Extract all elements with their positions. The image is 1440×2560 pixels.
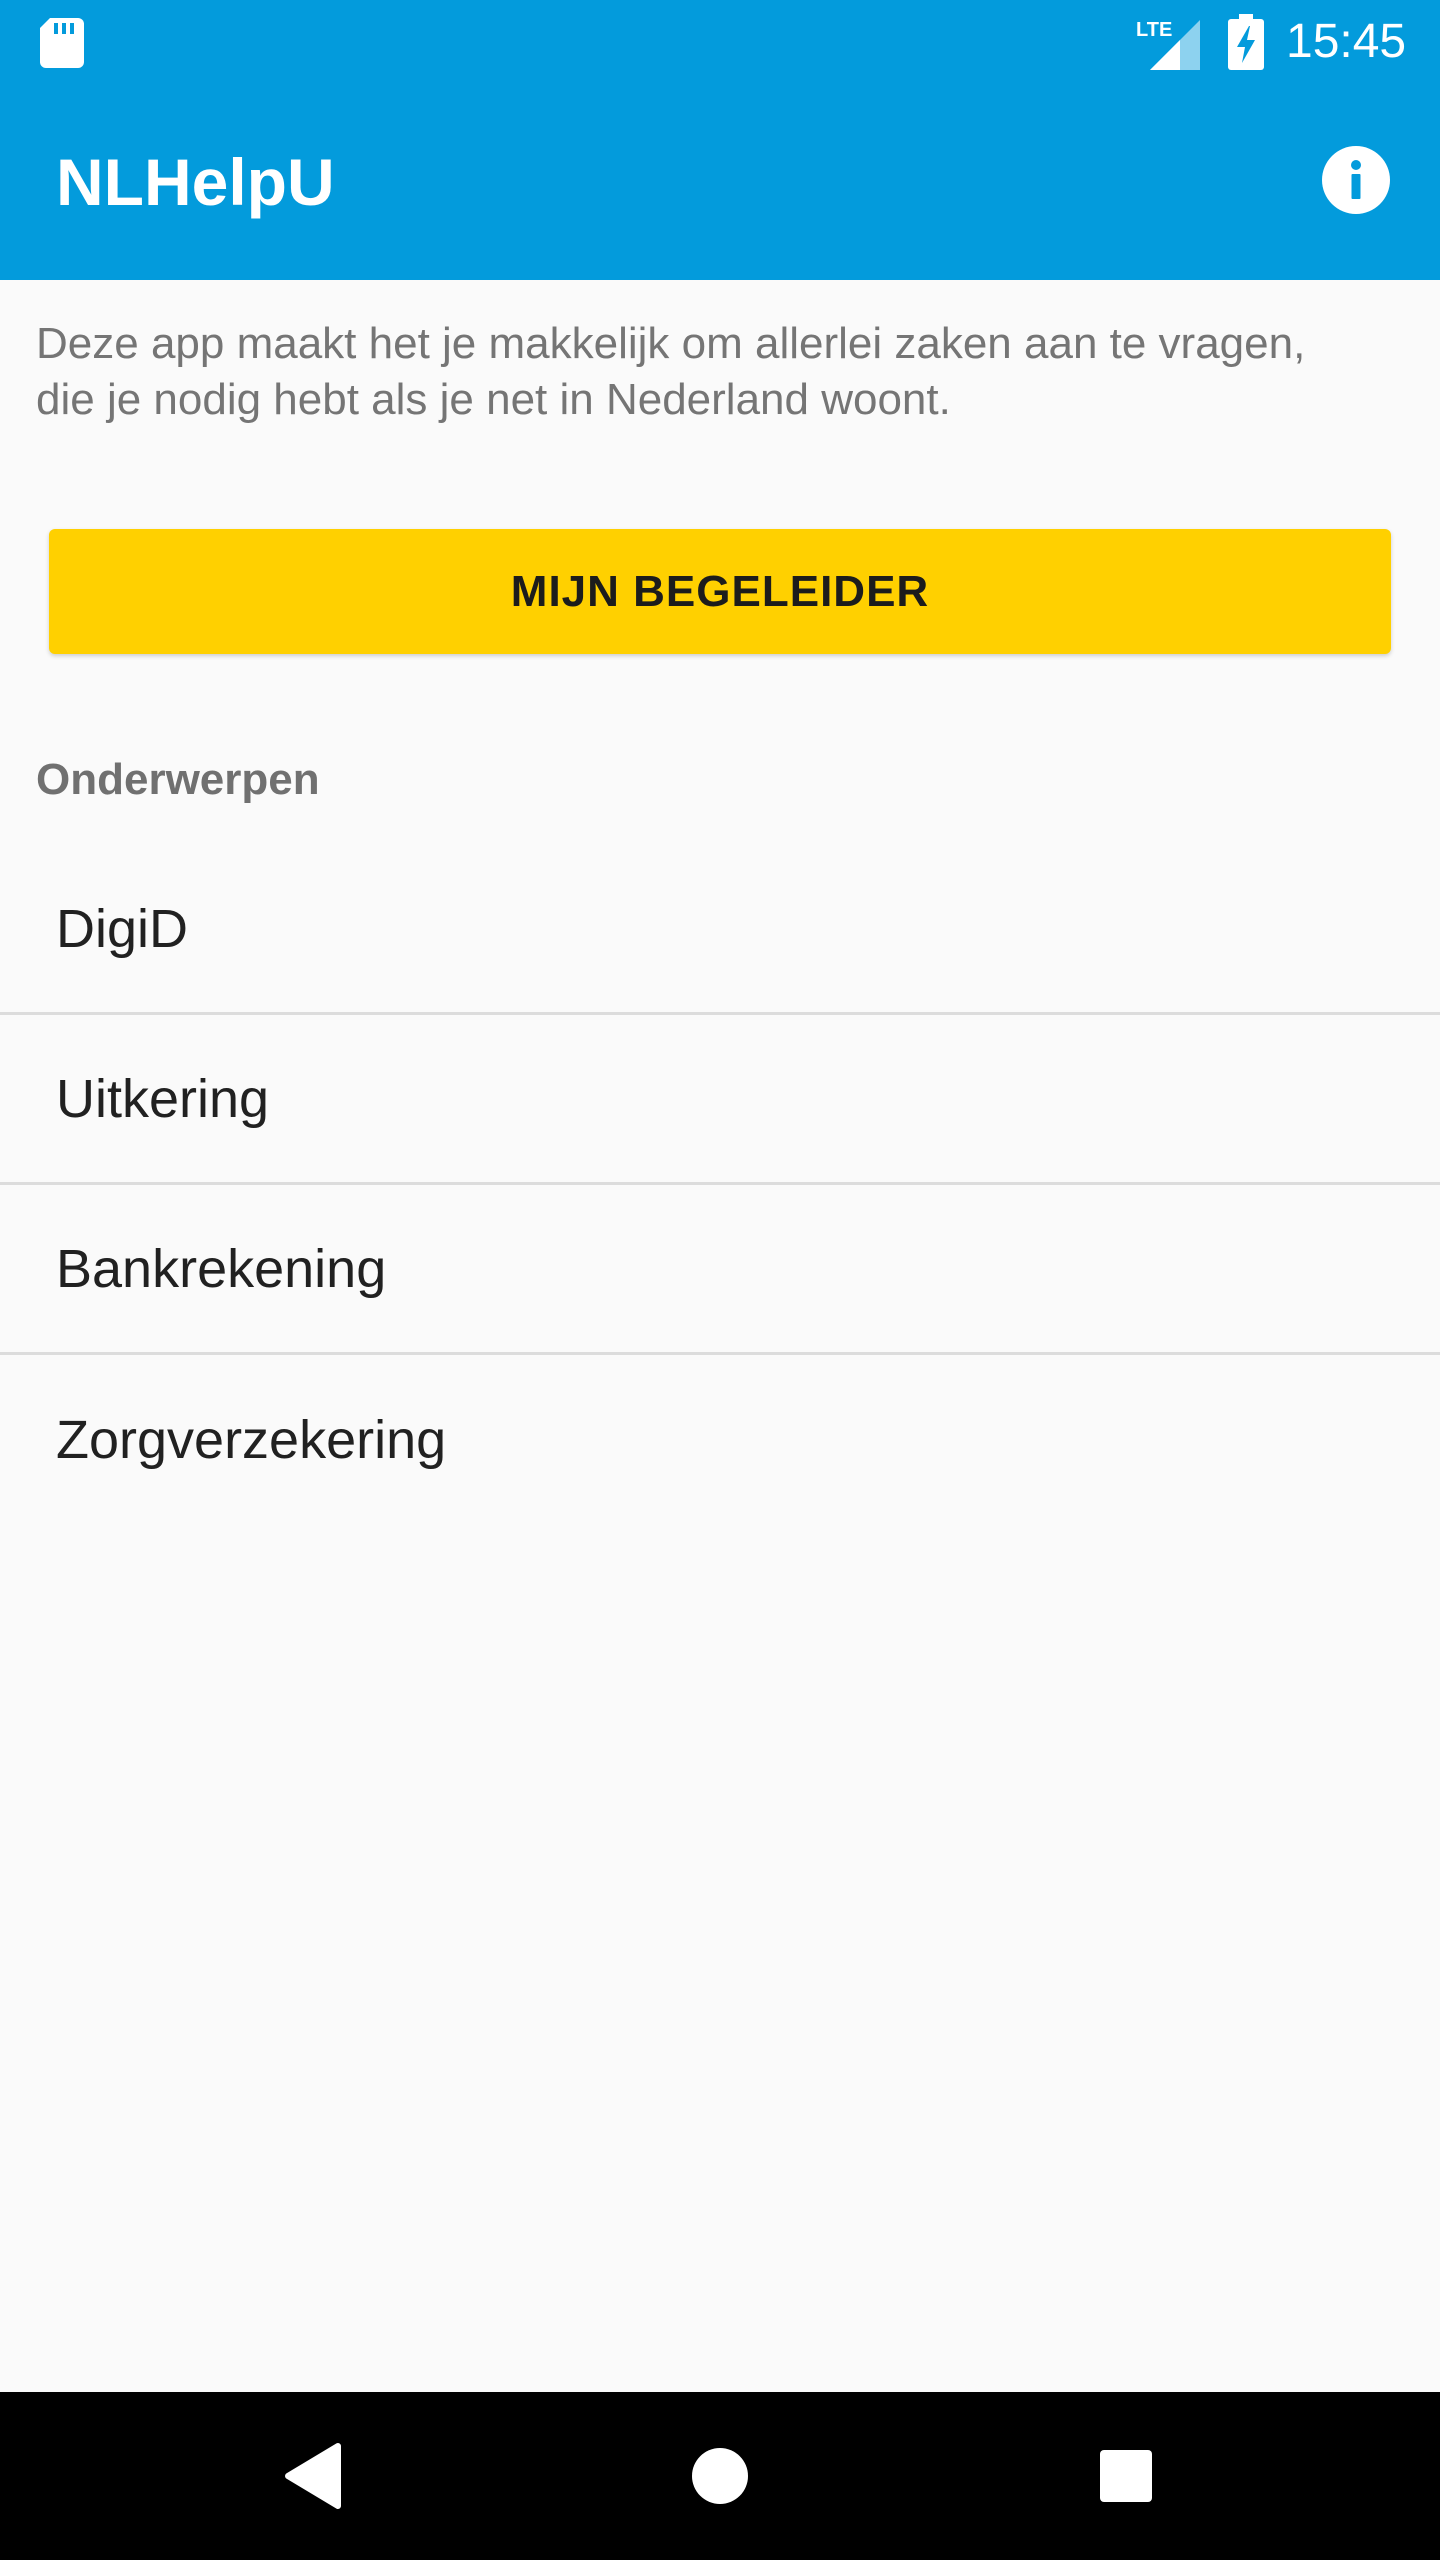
app-screen: LTE 15:45 NLHelpU Deze app maakt het je … — [0, 0, 1440, 2560]
sd-card-icon — [40, 18, 84, 68]
app-title: NLHelpU — [56, 145, 335, 219]
topic-item-digid[interactable]: DigiD — [0, 845, 1440, 1015]
lte-signal-icon: LTE — [1136, 19, 1200, 70]
topic-label: Zorgverzekering — [56, 1410, 447, 1470]
topic-label: Bankrekening — [56, 1238, 387, 1299]
recents-icon[interactable] — [1076, 2426, 1176, 2526]
topic-item-uitkering[interactable]: Uitkering — [0, 1015, 1440, 1185]
status-time: 15:45 — [1286, 15, 1407, 68]
topic-item-bankrekening[interactable]: Bankrekening — [0, 1185, 1440, 1355]
topics-heading: Onderwerpen — [36, 755, 320, 804]
app-bar: NLHelpU — [0, 84, 1440, 280]
navigation-bar — [0, 2392, 1440, 2560]
back-icon[interactable] — [266, 2426, 366, 2526]
home-icon[interactable] — [670, 2426, 770, 2526]
info-icon[interactable] — [1320, 144, 1392, 216]
topic-label: DigiD — [56, 898, 189, 959]
status-bar: LTE 15:45 — [0, 0, 1440, 84]
mijn-begeleider-button[interactable]: MIJN BEGELEIDER — [49, 529, 1391, 654]
topic-label: Uitkering — [56, 1068, 270, 1129]
battery-charging-icon — [1228, 14, 1264, 70]
topic-item-zorgverzekering[interactable]: Zorgverzekering — [0, 1355, 1440, 1525]
intro-text: Deze app maakt het je makkelijk om aller… — [36, 319, 1306, 424]
lte-label: LTE — [1136, 19, 1172, 41]
topic-list: DigiD Uitkering Bankrekening Zorgverzeke… — [0, 845, 1440, 1525]
